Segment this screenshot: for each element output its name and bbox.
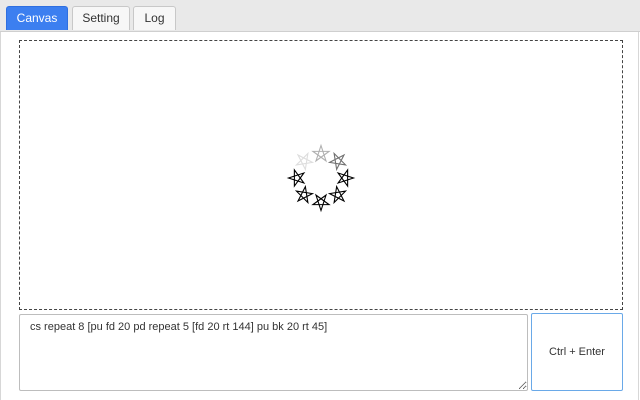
pentagram-5: [327, 184, 348, 205]
pentagram-4: [336, 168, 356, 188]
code-editor[interactable]: cs repeat 8 [pu fd 20 pd repeat 5 [fd 20…: [19, 314, 528, 391]
pentagram-2: [311, 143, 331, 163]
tab-setting[interactable]: Setting: [72, 6, 130, 30]
turtle-drawing: [286, 143, 356, 213]
tab-bar: Canvas Setting Log: [0, 0, 640, 32]
pentagram-6: [311, 193, 331, 213]
run-button[interactable]: Ctrl + Enter: [531, 313, 623, 391]
pentagram-3: [327, 151, 348, 172]
pentagram-8: [286, 168, 306, 188]
turtle-canvas[interactable]: [19, 40, 623, 310]
pentagram-1: [294, 151, 315, 172]
tab-log[interactable]: Log: [133, 6, 176, 30]
pentagram-7: [294, 184, 315, 205]
tab-canvas[interactable]: Canvas: [6, 6, 68, 30]
